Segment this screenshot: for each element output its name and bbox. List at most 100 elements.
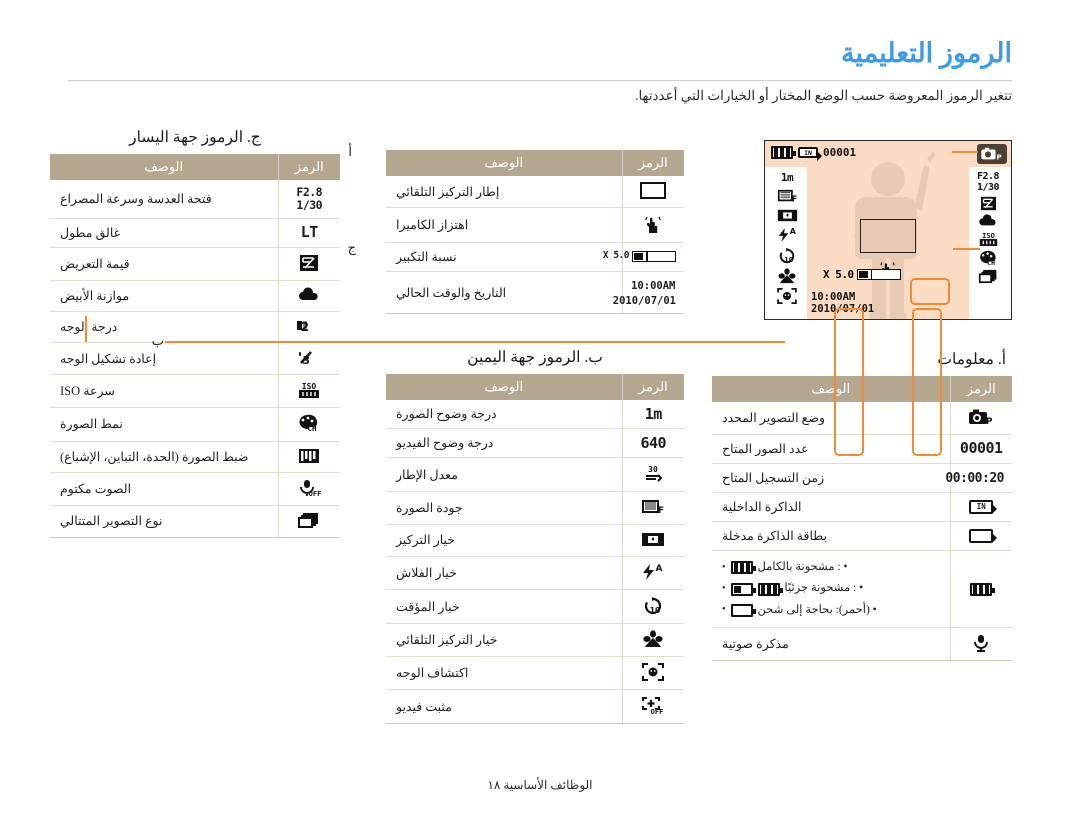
table-row: مذكرة صوتية [712, 627, 1012, 662]
row-description: إعادة تشكيل الوجه [50, 342, 278, 376]
left-symbols-table: الرمز الوصف F2.8 1/30 فتحة العدسة وسرعة ا… [50, 154, 340, 538]
row-description: زمن التسجيل المتاح [712, 463, 950, 494]
svg-text:2: 2 [301, 320, 309, 334]
row-description: درجة وضوح الفيديو [386, 428, 622, 459]
iso-glyph: ISO [299, 382, 320, 399]
row-description: درجة وضوح الصورة [386, 400, 622, 430]
page-title: الرموز التعليمية [840, 38, 1012, 68]
exposure-value-icon [980, 196, 996, 211]
table-row: P وضع التصوير المحدد [712, 402, 1012, 436]
zoom-ratio-icon: X 5.0 [603, 242, 684, 273]
row-description: سرعة ISO [50, 374, 278, 409]
image-adjust-icon [277, 441, 340, 473]
battery-half-glyph [730, 582, 756, 596]
callout-leader-c [953, 248, 980, 250]
macro-focus-icon [621, 623, 684, 658]
drive-mode-icon [978, 269, 996, 284]
shooting-mode-glyph: P [969, 409, 993, 427]
shots-remaining-value: 00001 [949, 434, 1012, 465]
lcd-status-area: 00001 IN [771, 146, 856, 161]
photo-style-icon: CH [277, 407, 340, 442]
frame-rate-glyph: 30 [646, 465, 663, 483]
metering-option-icon [621, 524, 684, 557]
internal-memory-glyph: IN [969, 500, 998, 515]
drive-mode-icon [277, 505, 340, 538]
zoom-ratio-icon: X 5.0 [823, 267, 901, 285]
row-description: اكتشاف الوجه [386, 656, 622, 691]
lcd-time: 10:00AM [811, 290, 856, 303]
row-description: إطار التركيز التلقائي [386, 176, 622, 209]
column-header-symbol: الرمز [621, 374, 684, 401]
internal-memory-icon: IN [949, 492, 1012, 523]
photo-style-icon: CH [979, 250, 996, 266]
svg-text:CH: CH [308, 424, 318, 432]
callout-leader-b-vertical [85, 316, 87, 342]
face-tone-glyph: 2 [297, 320, 309, 334]
video-stabilizer-off-icon: OFF [621, 689, 684, 725]
camera-p-icon: P [981, 147, 1002, 161]
svg-text:OFF: OFF [309, 490, 321, 497]
column-header-description: الوصف [386, 374, 622, 401]
callout-label-b: ب [151, 333, 164, 348]
table-row: اهتزاز الكاميرا [386, 207, 684, 244]
table-row: موازنة الأبيض [50, 280, 340, 313]
burst-glyph [298, 512, 319, 528]
column-header-description: الوصف [386, 150, 622, 176]
table-row: X 5.0 نسبة التكبير [386, 242, 684, 273]
column-header-symbol: الرمز [949, 376, 1012, 402]
table-row: OFF الصوت مكتوم [50, 472, 340, 506]
svg-text:A: A [789, 227, 796, 236]
battery-full-glyph [970, 583, 996, 597]
lcd-right-icon-column: 1m F A 10 [770, 171, 804, 304]
row-description: مذكرة صوتية [712, 627, 950, 662]
cloud-glyph [299, 287, 318, 300]
table-row: CH نمط الصورة [50, 407, 340, 442]
photo-resolution-icon: 1m [621, 400, 684, 430]
memory-card-icon [949, 521, 1012, 552]
quality-glyph: F [642, 499, 664, 516]
row-description: مثبت فيديو [386, 689, 622, 725]
flash-auto-glyph: A [643, 563, 663, 580]
callout-label-c: ج [347, 240, 356, 255]
image-adjust-glyph [299, 448, 320, 463]
right-symbols-table: الرمز الوصف 1m درجة وضوح الصورة 640 درجة… [386, 374, 684, 725]
row-description: وضع التصوير المحدد [712, 402, 950, 436]
sound-mute-icon: OFF [277, 472, 340, 506]
table-row: F2.8 1/30 فتحة العدسة وسرعة المصراع [50, 180, 340, 219]
video-stabilizer-glyph: OFF [642, 697, 664, 716]
row-description: خيار التركيز التلقائي [386, 623, 622, 658]
battery-states: • • : مشحونة بالكامل • • : مشحونة جزئيًا •… [712, 550, 950, 628]
column-header-description: الوصف [50, 154, 278, 180]
svg-text:CH: CH [987, 259, 995, 266]
callout-leader-a [952, 151, 978, 153]
internal-memory-icon: IN [798, 147, 822, 161]
mic-glyph [974, 634, 989, 652]
table-header-row: الرمز الوصف [712, 376, 1012, 402]
table-row: 640 درجة وضوح الفيديو [386, 428, 684, 459]
callout-leader-b-horizontal [165, 341, 785, 343]
table-row: A خيار الفلاش [386, 556, 684, 590]
table-row: 1m درجة وضوح الصورة [386, 400, 684, 430]
svg-text:P: P [986, 417, 993, 426]
table-row: بطاقة الذاكرة مدخلة [712, 521, 1012, 552]
svg-text:P: P [997, 152, 1002, 161]
table-row: LT غالق مطول [50, 218, 340, 248]
row-description: ضبط الصورة (الحدة، التباين، الإشباع) [50, 441, 278, 473]
center-symbols-section: الرمز الوصف إطار التركيز التلقائي اهتزاز… [386, 128, 684, 725]
camera-lcd: P 00001 IN F2.8 1/30 ISO CH 1m F A 10 X … [764, 140, 1012, 320]
title-divider [68, 80, 1012, 81]
row-description: التاريخ والوقت الحالي [386, 271, 622, 315]
row-description: معدل الإطار [386, 457, 622, 492]
camera-shake-icon [621, 207, 684, 244]
info-table: الرمز الوصف P وضع التصوير المحدد 00001 ع… [712, 376, 1012, 662]
row-description: الذاكرة الداخلية [712, 492, 950, 523]
battery-icon [949, 550, 1012, 628]
svg-text:OFF: OFF [651, 708, 664, 715]
self-timer-glyph: 10 [645, 596, 662, 615]
long-time-shutter-icon: LT [277, 218, 340, 248]
table-row: IN الذاكرة الداخلية [712, 492, 1012, 523]
table-header-row: الرمز الوصف [386, 374, 684, 401]
column-header-symbol: الرمز [621, 150, 684, 176]
row-description: غالق مطول [50, 218, 278, 248]
svg-text:30: 30 [648, 465, 658, 474]
